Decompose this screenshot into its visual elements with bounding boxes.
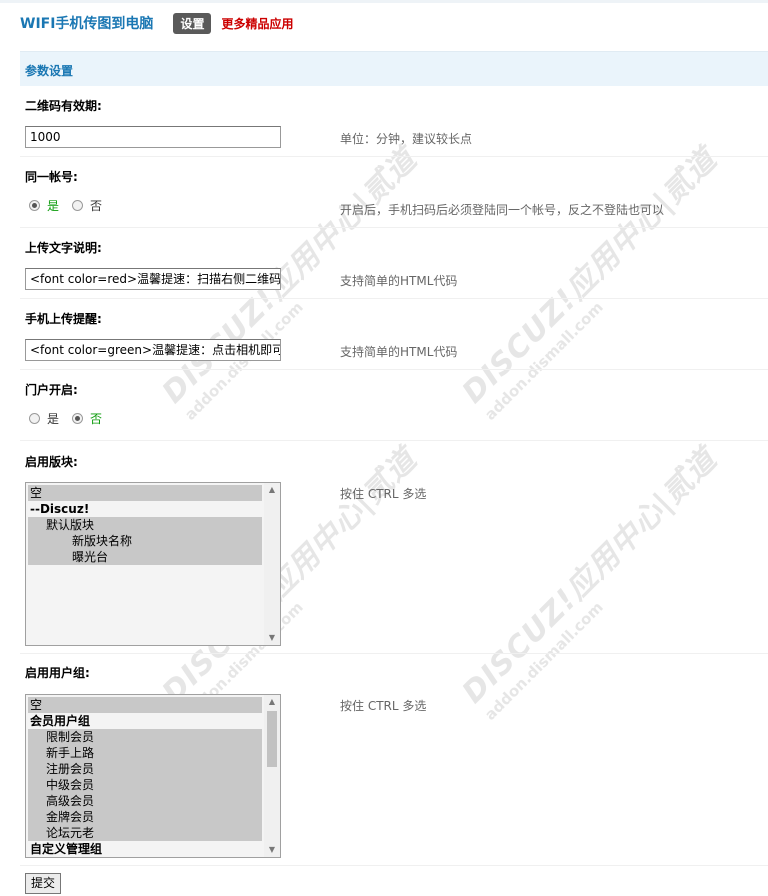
divider (20, 156, 768, 157)
portal-yes-label[interactable]: 是 (47, 410, 59, 427)
list-option[interactable]: 默认版块 (28, 517, 262, 533)
list-option[interactable]: 自定义管理组 (28, 841, 262, 857)
list-option[interactable]: 空 (28, 485, 262, 501)
upload-text-input[interactable]: <font color=red>温馨提速：扫描右侧二维码 (25, 268, 281, 290)
same-account-radio-group: 是 否 (29, 197, 115, 214)
list-option[interactable]: 新手上路 (28, 745, 262, 761)
portal-yes-radio[interactable] (29, 413, 40, 424)
enabled-usergroups-multiselect[interactable]: 空会员用户组 限制会员 新手上路 注册会员 中级会员 高级会员 金牌会员 论坛元老 自定义管理组… (25, 694, 281, 858)
enabled-usergroups-options: 空会员用户组 限制会员 新手上路 注册会员 中级会员 高级会员 金牌会员 论坛元老 自定义管理组 (28, 697, 262, 857)
scrollbar-thumb[interactable] (267, 711, 277, 767)
section-title: 参数设置 (25, 64, 74, 78)
list-option[interactable]: 曝光台 (28, 549, 262, 565)
submit-button[interactable]: 提交 (25, 873, 62, 894)
list-option[interactable]: 论坛元老 (28, 825, 262, 841)
scrollbar[interactable]: ▲ ▼ (264, 483, 280, 645)
divider (20, 227, 768, 228)
watermark-logo: DISCUZ!应用中心|贰道 addon.dismall.com (455, 142, 724, 424)
scroll-up-arrow-icon[interactable]: ▲ (264, 695, 280, 709)
portal-enabled-label: 门户开启: (25, 383, 78, 397)
list-option[interactable]: 空 (28, 697, 262, 713)
enabled-blocks-options: 空 --Discuz! 默认版块 新版块名称 曝光台 (28, 485, 262, 565)
list-option[interactable]: 新版块名称 (28, 533, 262, 549)
list-option[interactable]: 限制会员 (28, 729, 262, 745)
upload-text-label: 上传文字说明: (25, 241, 102, 255)
list-option[interactable]: 高级会员 (28, 793, 262, 809)
mobile-reminder-label: 手机上传提醒: (25, 312, 102, 326)
enabled-blocks-multiselect[interactable]: 空 --Discuz! 默认版块 新版块名称 曝光台 ▲ ▼ (25, 482, 281, 646)
list-option[interactable]: 中级会员 (28, 777, 262, 793)
watermark-logo: DISCUZ!应用中心|贰道 addon.dismall.com (155, 142, 424, 424)
qrcode-validity-label: 二维码有效期: (25, 99, 102, 113)
enabled-usergroups-label: 启用用户组: (25, 666, 90, 680)
same-account-no-label[interactable]: 否 (90, 197, 102, 214)
section-header: 参数设置 (20, 51, 768, 86)
app-title: WIFI手机传图到电脑 (20, 16, 154, 32)
more-apps-link[interactable]: 更多精品应用 (221, 15, 293, 32)
divider (20, 653, 768, 654)
same-account-label: 同一帐号: (25, 170, 78, 184)
mobile-reminder-input[interactable]: <font color=green>温馨提速：点击相机即可 (25, 339, 281, 361)
top-border (0, 0, 768, 3)
enabled-usergroups-description: 按住 CTRL 多选 (340, 699, 427, 713)
divider (20, 865, 768, 866)
divider (20, 298, 768, 299)
list-option[interactable]: 金牌会员 (28, 809, 262, 825)
header: WIFI手机传图到电脑 设置 更多精品应用 (20, 12, 293, 34)
scroll-down-arrow-icon[interactable]: ▼ (264, 631, 280, 645)
enabled-blocks-label: 启用版块: (25, 455, 78, 469)
divider (20, 440, 768, 441)
scroll-up-arrow-icon[interactable]: ▲ (264, 483, 280, 497)
mobile-reminder-description: 支持简单的HTML代码 (340, 345, 458, 359)
portal-enabled-radio-group: 是 否 (29, 410, 115, 427)
qrcode-validity-description: 单位：分钟，建议较长点 (340, 132, 473, 146)
list-option[interactable]: --Discuz! (28, 501, 262, 517)
tab-settings[interactable]: 设置 (173, 12, 212, 34)
divider (20, 369, 768, 370)
enabled-blocks-description: 按住 CTRL 多选 (340, 487, 427, 501)
scrollbar[interactable]: ▲ ▼ (264, 695, 280, 857)
same-account-yes-label[interactable]: 是 (47, 197, 59, 214)
portal-no-radio[interactable] (72, 413, 84, 424)
list-option[interactable]: 会员用户组 (28, 713, 262, 729)
same-account-yes-radio[interactable] (29, 200, 40, 211)
scroll-down-arrow-icon[interactable]: ▼ (264, 843, 280, 857)
list-option[interactable]: 注册会员 (28, 761, 262, 777)
qrcode-validity-input[interactable]: 1000 (25, 126, 281, 148)
same-account-description: 开启后，手机扫码后必须登陆同一个帐号，反之不登陆也可以 (340, 203, 665, 217)
same-account-no-radio[interactable] (72, 200, 84, 211)
upload-text-description: 支持简单的HTML代码 (340, 274, 458, 288)
watermark-logo: DISCUZ!应用中心|贰道 addon.dismall.com (455, 442, 724, 724)
portal-no-label[interactable]: 否 (90, 410, 102, 427)
